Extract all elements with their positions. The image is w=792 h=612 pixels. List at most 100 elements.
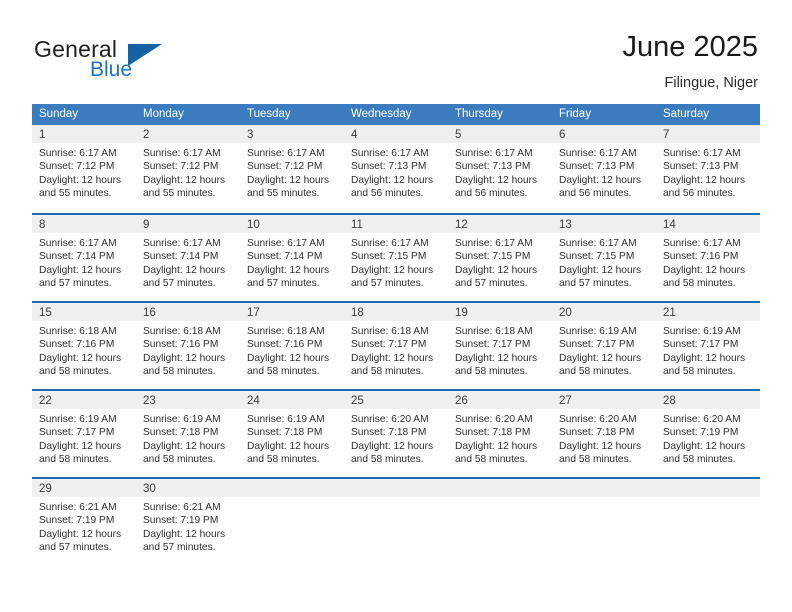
daylight-text-line1: Daylight: 12 hours bbox=[39, 352, 122, 364]
day-cell[interactable]: 1 Sunrise: 6:17 AM Sunset: 7:12 PM Daylight… bbox=[32, 125, 136, 213]
day-details: Sunrise: 6:18 AM Sunset: 7:17 PM Daylight:… bbox=[344, 321, 448, 379]
day-number-band bbox=[448, 479, 552, 497]
day-number: 27 bbox=[559, 395, 572, 407]
day-number-band: 20 bbox=[552, 303, 656, 321]
day-number: 19 bbox=[455, 307, 468, 319]
day-number-band: 28 bbox=[656, 391, 760, 409]
day-cell[interactable]: 17 Sunrise: 6:18 AM Sunset: 7:16 PM Dayligh… bbox=[240, 303, 344, 389]
day-number: 13 bbox=[559, 219, 572, 231]
day-cell[interactable]: 28 Sunrise: 6:20 AM Sunset: 7:19 PM Dayligh… bbox=[656, 391, 760, 477]
day-cell[interactable]: 23 Sunrise: 6:19 AM Sunset: 7:18 PM Dayligh… bbox=[136, 391, 240, 477]
sunrise-text: Sunrise: 6:17 AM bbox=[455, 238, 533, 249]
sunset-text: Sunset: 7:17 PM bbox=[559, 339, 635, 351]
day-cell[interactable]: 5 Sunrise: 6:17 AM Sunset: 7:13 PM Daylight… bbox=[448, 125, 552, 213]
day-number: 24 bbox=[247, 395, 260, 407]
day-cell[interactable]: 25 Sunrise: 6:20 AM Sunset: 7:18 PM Dayligh… bbox=[344, 391, 448, 477]
sunrise-text: Sunrise: 6:18 AM bbox=[351, 326, 429, 337]
day-cell[interactable]: 24 Sunrise: 6:19 AM Sunset: 7:18 PM Dayligh… bbox=[240, 391, 344, 477]
day-cell-empty bbox=[656, 479, 760, 563]
day-cell[interactable]: 13 Sunrise: 6:17 AM Sunset: 7:15 PM Dayligh… bbox=[552, 215, 656, 301]
day-number: 11 bbox=[351, 219, 363, 231]
daylight-text-line1: Daylight: 12 hours bbox=[663, 352, 746, 364]
day-cell[interactable]: 30 Sunrise: 6:21 AM Sunset: 7:19 PM Dayligh… bbox=[136, 479, 240, 563]
weekday-header-thursday: Thursday bbox=[455, 108, 503, 120]
day-details: Sunrise: 6:18 AM Sunset: 7:16 PM Daylight:… bbox=[240, 321, 344, 379]
calendar-week-row: 22 Sunrise: 6:19 AM Sunset: 7:17 PM Dayligh… bbox=[32, 389, 760, 477]
daylight-text-line1: Daylight: 12 hours bbox=[455, 264, 538, 276]
sunset-text: Sunset: 7:15 PM bbox=[455, 251, 531, 263]
day-cell[interactable]: 12 Sunrise: 6:17 AM Sunset: 7:15 PM Dayligh… bbox=[448, 215, 552, 301]
day-number: 30 bbox=[143, 483, 156, 495]
day-cell[interactable]: 15 Sunrise: 6:18 AM Sunset: 7:16 PM Dayligh… bbox=[32, 303, 136, 389]
day-number-band: 27 bbox=[552, 391, 656, 409]
day-number: 26 bbox=[455, 395, 468, 407]
weekday-header-tuesday: Tuesday bbox=[247, 108, 291, 120]
daylight-text-line2: and 57 minutes. bbox=[39, 542, 112, 554]
daylight-text-line2: and 57 minutes. bbox=[351, 278, 424, 290]
day-number-band: 21 bbox=[656, 303, 760, 321]
day-details: Sunrise: 6:17 AM Sunset: 7:13 PM Daylight:… bbox=[344, 143, 448, 201]
day-cell[interactable]: 6 Sunrise: 6:17 AM Sunset: 7:13 PM Daylight… bbox=[552, 125, 656, 213]
sunrise-text: Sunrise: 6:19 AM bbox=[143, 414, 221, 425]
sunset-text: Sunset: 7:16 PM bbox=[39, 339, 115, 351]
daylight-text-line2: and 58 minutes. bbox=[39, 454, 112, 466]
sunrise-text: Sunrise: 6:20 AM bbox=[559, 414, 637, 425]
general-blue-logo[interactable]: General Blue bbox=[34, 36, 214, 88]
sunrise-text: Sunrise: 6:18 AM bbox=[455, 326, 533, 337]
day-cell[interactable]: 4 Sunrise: 6:17 AM Sunset: 7:13 PM Daylight… bbox=[344, 125, 448, 213]
day-cell-empty bbox=[448, 479, 552, 563]
day-cell[interactable]: 2 Sunrise: 6:17 AM Sunset: 7:12 PM Daylight… bbox=[136, 125, 240, 213]
daylight-text-line1: Daylight: 12 hours bbox=[663, 174, 746, 186]
day-number: 15 bbox=[39, 307, 52, 319]
day-cell[interactable]: 16 Sunrise: 6:18 AM Sunset: 7:16 PM Dayligh… bbox=[136, 303, 240, 389]
sunset-text: Sunset: 7:19 PM bbox=[39, 515, 115, 527]
day-number: 4 bbox=[351, 129, 358, 141]
day-number: 22 bbox=[39, 395, 52, 407]
sunrise-text: Sunrise: 6:17 AM bbox=[247, 238, 325, 249]
day-cell[interactable]: 21 Sunrise: 6:19 AM Sunset: 7:17 PM Dayligh… bbox=[656, 303, 760, 389]
day-cell[interactable]: 8 Sunrise: 6:17 AM Sunset: 7:14 PM Daylight… bbox=[32, 215, 136, 301]
day-cell[interactable]: 19 Sunrise: 6:18 AM Sunset: 7:17 PM Dayligh… bbox=[448, 303, 552, 389]
day-cell[interactable]: 3 Sunrise: 6:17 AM Sunset: 7:12 PM Daylight… bbox=[240, 125, 344, 213]
sunset-text: Sunset: 7:12 PM bbox=[143, 161, 219, 173]
calendar-grid: Sunday Monday Tuesday Wednesday Thursday Frid… bbox=[32, 104, 760, 563]
day-cell[interactable]: 29 Sunrise: 6:21 AM Sunset: 7:19 PM Dayligh… bbox=[32, 479, 136, 563]
daylight-text-line2: and 57 minutes. bbox=[559, 278, 632, 290]
day-cell[interactable]: 11 Sunrise: 6:17 AM Sunset: 7:15 PM Dayligh… bbox=[344, 215, 448, 301]
calendar-week-row: 29 Sunrise: 6:21 AM Sunset: 7:19 PM Dayligh… bbox=[32, 477, 760, 563]
daylight-text-line2: and 58 minutes. bbox=[39, 366, 112, 378]
day-cell[interactable]: 10 Sunrise: 6:17 AM Sunset: 7:14 PM Dayligh… bbox=[240, 215, 344, 301]
daylight-text-line1: Daylight: 12 hours bbox=[559, 440, 642, 452]
day-number-band: 5 bbox=[448, 125, 552, 143]
day-number-band: 12 bbox=[448, 215, 552, 233]
sunrise-text: Sunrise: 6:18 AM bbox=[39, 326, 117, 337]
day-number-band: 1 bbox=[32, 125, 136, 143]
calendar-page: General Blue June 2025 Filingue, Niger S… bbox=[0, 0, 792, 612]
day-number-band: 7 bbox=[656, 125, 760, 143]
day-cell[interactable]: 9 Sunrise: 6:17 AM Sunset: 7:14 PM Daylight… bbox=[136, 215, 240, 301]
day-cell[interactable]: 18 Sunrise: 6:18 AM Sunset: 7:17 PM Dayligh… bbox=[344, 303, 448, 389]
sunset-text: Sunset: 7:14 PM bbox=[143, 251, 219, 263]
title-block: June 2025 Filingue, Niger bbox=[623, 30, 758, 93]
day-cell[interactable]: 20 Sunrise: 6:19 AM Sunset: 7:17 PM Dayligh… bbox=[552, 303, 656, 389]
day-cell[interactable]: 22 Sunrise: 6:19 AM Sunset: 7:17 PM Dayligh… bbox=[32, 391, 136, 477]
daylight-text-line1: Daylight: 12 hours bbox=[351, 440, 434, 452]
sunset-text: Sunset: 7:15 PM bbox=[559, 251, 635, 263]
day-cell[interactable]: 26 Sunrise: 6:20 AM Sunset: 7:18 PM Dayligh… bbox=[448, 391, 552, 477]
day-cell[interactable]: 27 Sunrise: 6:20 AM Sunset: 7:18 PM Dayligh… bbox=[552, 391, 656, 477]
calendar-weeks: 1 Sunrise: 6:17 AM Sunset: 7:12 PM Daylight… bbox=[32, 125, 760, 563]
daylight-text-line2: and 57 minutes. bbox=[247, 278, 320, 290]
sunrise-text: Sunrise: 6:17 AM bbox=[663, 238, 741, 249]
day-number-band bbox=[240, 479, 344, 497]
day-cell[interactable]: 14 Sunrise: 6:17 AM Sunset: 7:16 PM Dayligh… bbox=[656, 215, 760, 301]
day-details: Sunrise: 6:17 AM Sunset: 7:15 PM Daylight:… bbox=[552, 233, 656, 291]
day-number: 6 bbox=[559, 129, 566, 141]
daylight-text-line1: Daylight: 12 hours bbox=[455, 174, 538, 186]
day-number-band: 11 bbox=[344, 215, 448, 233]
day-cell-empty bbox=[552, 479, 656, 563]
sunrise-text: Sunrise: 6:17 AM bbox=[559, 148, 637, 159]
day-number-band: 16 bbox=[136, 303, 240, 321]
day-cell[interactable]: 7 Sunrise: 6:17 AM Sunset: 7:13 PM Daylight… bbox=[656, 125, 760, 213]
day-details: Sunrise: 6:20 AM Sunset: 7:18 PM Daylight:… bbox=[344, 409, 448, 467]
daylight-text-line1: Daylight: 12 hours bbox=[143, 264, 226, 276]
